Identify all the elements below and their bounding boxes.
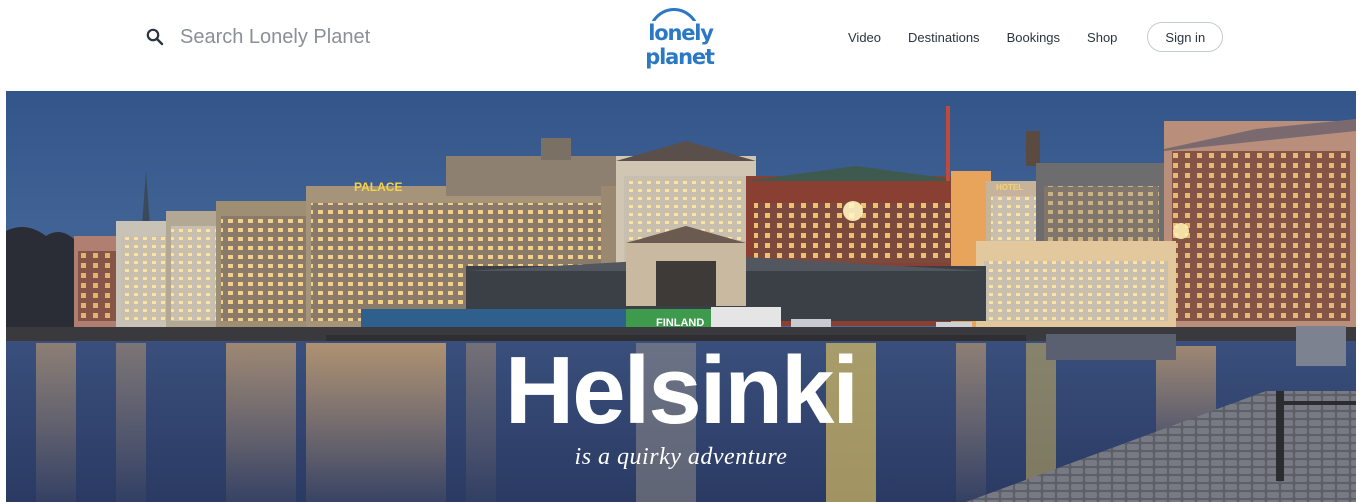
nav-video[interactable]: Video [848,30,881,45]
search-input[interactable] [180,25,440,49]
main-nav: Video Destinations Bookings Shop Sign in [848,22,1224,52]
nav-shop[interactable]: Shop [1087,30,1117,45]
search-icon[interactable] [146,28,164,46]
palace-sign: PALACE [354,180,402,194]
logo-text: lonely planet [645,21,715,69]
nav-destinations[interactable]: Destinations [908,30,980,45]
hero-subtitle: is a quirky adventure [574,444,788,470]
nav-bookings[interactable]: Bookings [1007,30,1060,45]
hero-banner[interactable]: PALACE HOTEL FINLAND Helsinki is a quirk… [6,91,1356,502]
hero-title: Helsinki [504,337,859,444]
sign-in-button[interactable]: Sign in [1147,22,1224,52]
hotel-sign: HOTEL [996,183,1023,192]
search-bar[interactable] [146,22,440,52]
site-header: lonely planet Video Destinations Booking… [0,0,1362,90]
lonely-planet-logo[interactable]: lonely planet [615,6,745,69]
